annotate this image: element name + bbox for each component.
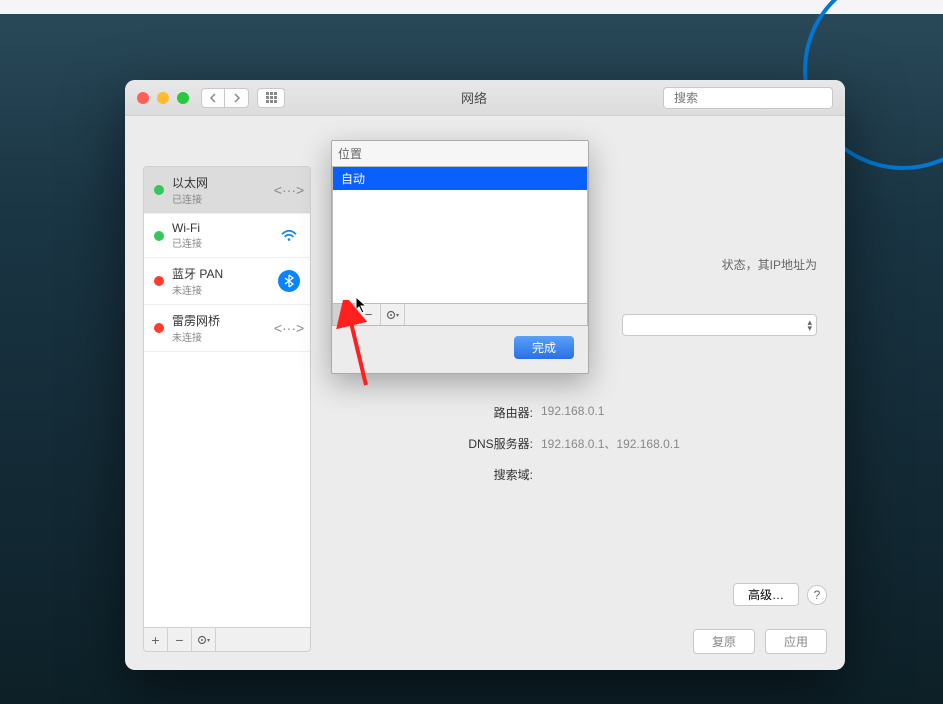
desktop-top-strip [0, 0, 943, 14]
sidebar: 以太网 已连接 <···> Wi-Fi 已连接 [143, 166, 311, 652]
footer-buttons: 复原 应用 [693, 629, 827, 654]
router-value: 192.168.0.1 [541, 404, 604, 421]
bottom-buttons: 高级… ? [733, 583, 827, 606]
gear-icon [386, 309, 400, 321]
traffic-lights [137, 92, 189, 104]
item-status: 已连接 [172, 235, 278, 250]
dns-label: DNS服务器: [371, 435, 541, 452]
location-action-menu[interactable] [381, 304, 405, 325]
remove-location-button[interactable]: − [357, 304, 381, 325]
location-toolbar: + − [332, 304, 588, 326]
sidebar-item-wifi[interactable]: Wi-Fi 已连接 [144, 214, 310, 258]
item-name: Wi-Fi [172, 221, 278, 235]
help-button[interactable]: ? [807, 585, 827, 605]
sidebar-item-thunderbolt-bridge[interactable]: 雷雳网桥 未连接 <···> [144, 305, 310, 352]
status-dot-disconnected-icon [154, 276, 164, 286]
minimize-button[interactable] [157, 92, 169, 104]
item-name: 蓝牙 PAN [172, 265, 278, 282]
search-input[interactable] [674, 91, 829, 105]
status-hint: 状态，其IP地址为 [722, 256, 817, 273]
sidebar-item-ethernet[interactable]: 以太网 已连接 <···> [144, 167, 310, 214]
location-done-button[interactable]: 完成 [514, 336, 574, 359]
location-label: 位置 [332, 141, 588, 166]
status-dot-connected-icon [154, 231, 164, 241]
router-label: 路由器: [371, 404, 541, 421]
revert-button[interactable]: 复原 [693, 629, 755, 654]
dns-value: 192.168.0.1、192.168.0.1 [541, 435, 680, 452]
apply-button[interactable]: 应用 [765, 629, 827, 654]
location-item-auto[interactable]: 自动 [333, 167, 587, 190]
chevron-right-icon [233, 93, 241, 103]
location-editor-popup: 位置 自动 + − 完成 [331, 140, 589, 374]
bluetooth-icon [278, 270, 300, 292]
sidebar-item-bluetooth-pan[interactable]: 蓝牙 PAN 未连接 [144, 258, 310, 305]
grid-icon [266, 92, 277, 103]
add-location-button[interactable]: + [333, 304, 357, 325]
info-block: 路由器: 192.168.0.1 DNS服务器: 192.168.0.1、192… [331, 404, 827, 483]
show-all-button[interactable] [257, 88, 285, 108]
forward-button[interactable] [225, 88, 249, 108]
item-status: 未连接 [172, 329, 278, 344]
gear-icon [197, 634, 211, 646]
bridge-icon: <···> [278, 317, 300, 339]
back-button[interactable] [201, 88, 225, 108]
configure-ipv4-select[interactable]: ▴▾ [622, 314, 817, 336]
item-name: 雷雳网桥 [172, 312, 278, 329]
ethernet-icon: <···> [278, 179, 300, 201]
sidebar-footer: + − [143, 628, 311, 652]
status-dot-connected-icon [154, 185, 164, 195]
close-button[interactable] [137, 92, 149, 104]
titlebar: 网络 [125, 80, 845, 116]
nav-buttons [201, 88, 249, 108]
advanced-button[interactable]: 高级… [733, 583, 799, 606]
wifi-icon [278, 225, 300, 247]
status-dot-disconnected-icon [154, 323, 164, 333]
item-status: 未连接 [172, 282, 278, 297]
updown-icon: ▴▾ [807, 319, 812, 331]
search-field[interactable] [663, 87, 833, 109]
chevron-left-icon [209, 93, 217, 103]
network-list: 以太网 已连接 <···> Wi-Fi 已连接 [143, 166, 311, 628]
location-list[interactable]: 自动 [332, 166, 588, 304]
item-status: 已连接 [172, 191, 278, 206]
search-domain-label: 搜索域: [371, 466, 541, 483]
window-title: 网络 [285, 88, 663, 107]
add-interface-button[interactable]: + [144, 628, 168, 651]
remove-interface-button[interactable]: − [168, 628, 192, 651]
item-name: 以太网 [172, 174, 278, 191]
zoom-button[interactable] [177, 92, 189, 104]
interface-action-menu[interactable] [192, 628, 216, 651]
